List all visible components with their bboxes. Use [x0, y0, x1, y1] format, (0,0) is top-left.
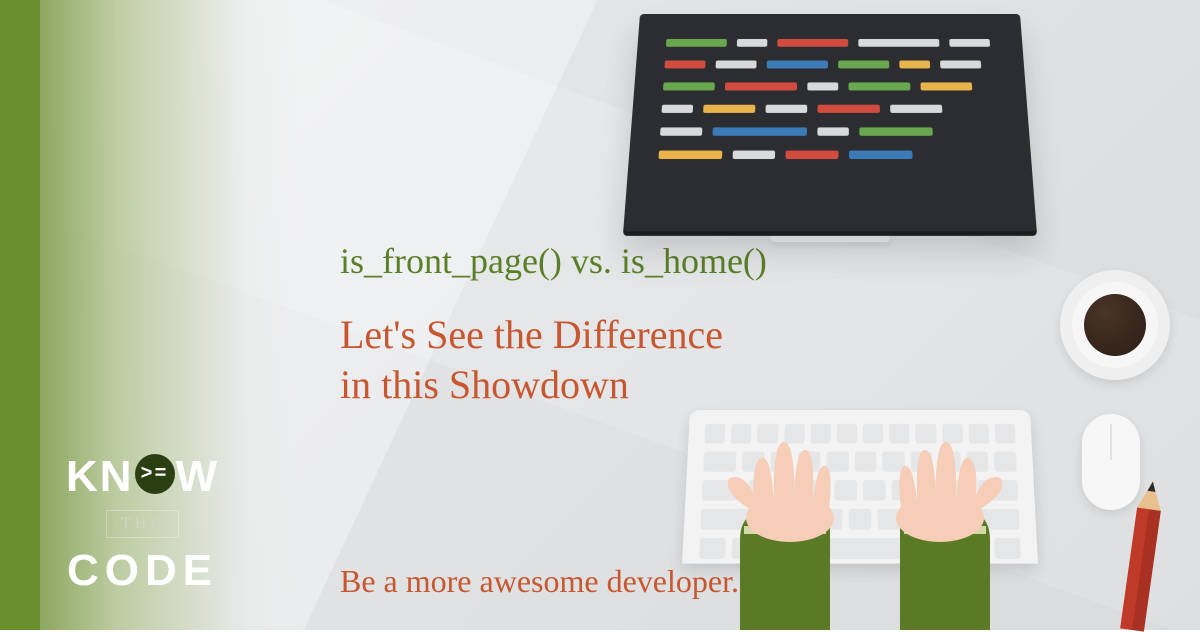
subtitle-line2: in this Showdown — [340, 362, 629, 407]
post-subtitle: Let's See the Difference in this Showdow… — [340, 310, 723, 410]
logo-w: W — [176, 452, 220, 502]
logo-top-line: KN >= W — [66, 452, 219, 502]
monitor-illustration — [640, 14, 1020, 242]
post-title: is_front_page() vs. is_home() — [340, 240, 767, 282]
hand-left-illustration — [700, 420, 830, 630]
monitor-base — [770, 232, 890, 242]
logo-bottom-line: CODE — [66, 546, 219, 596]
hand-right-illustration — [880, 420, 1010, 630]
logo-mark-icon: >= — [135, 454, 175, 494]
subtitle-line1: Let's See the Difference — [340, 312, 723, 357]
brand-logo: KN >= W THE CODE — [66, 452, 219, 596]
logo-the: THE — [106, 510, 179, 538]
tagline: Be a more awesome developer. — [340, 563, 739, 600]
accent-bar — [0, 0, 40, 630]
coffee-cup-icon — [1060, 270, 1170, 380]
promo-card: KN >= W THE CODE is_front_page() vs. is_… — [0, 0, 1200, 630]
monitor-screen — [623, 14, 1037, 231]
mouse-icon — [1082, 414, 1140, 510]
logo-kn: KN — [66, 452, 134, 502]
